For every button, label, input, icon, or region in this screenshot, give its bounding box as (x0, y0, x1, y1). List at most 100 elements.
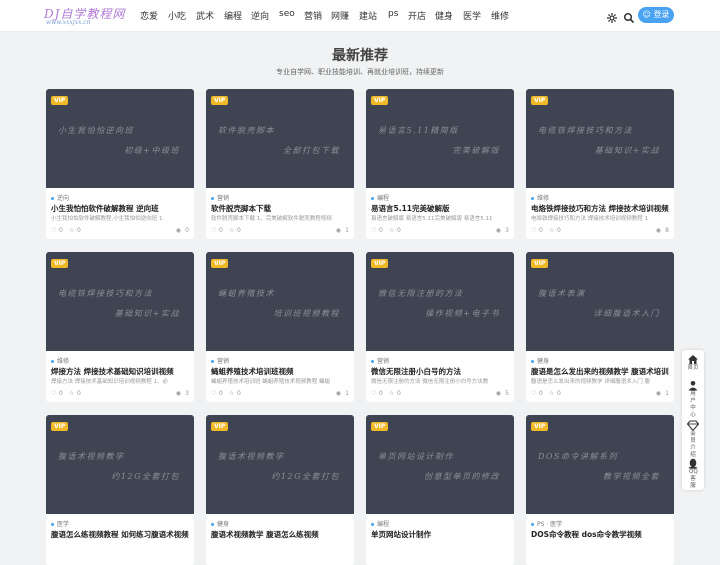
like-icon[interactable]: ♡ (371, 390, 376, 397)
post-excerpt: 易语言破解版 易语言5.11完美破解版 易语言5.11 (371, 216, 493, 222)
star-icon[interactable]: ☆ (389, 227, 394, 234)
nav-item[interactable]: ps (388, 9, 398, 19)
like-icon[interactable]: ♡ (211, 227, 216, 234)
post-card[interactable]: VIP 腹语术视频教学 约12G全套打包健身 腹语术视频教学 腹语怎么练视频 (206, 415, 354, 565)
search-icon[interactable] (623, 9, 635, 24)
post-card[interactable]: VIP 易语言5.11精简版 完美破解版编程 易语言5.11完美破解版易语言破解版 易… (366, 89, 514, 239)
like-count: 0 (539, 390, 543, 397)
post-thumbnail[interactable]: VIP 电缆铁焊接技巧和方法 基础知识+实战 (526, 89, 674, 188)
star-icon[interactable]: ☆ (69, 390, 74, 397)
post-thumbnail[interactable]: VIP 单页网站设计制作 创意型单页的修改 (366, 415, 514, 514)
post-category[interactable]: 健身 (531, 356, 549, 365)
post-card[interactable]: VIP 单页网站设计制作 创意型单页的修改编程 单页网站设计制作 (366, 415, 514, 565)
nav-item[interactable]: 健身 (435, 9, 453, 22)
post-title[interactable]: 微信无限注册小白号的方法 (371, 366, 511, 377)
star-icon[interactable]: ☆ (549, 227, 554, 234)
post-card[interactable]: VIP 蝇蛆养殖技术 培训班视频教程 营销 蝇蛆养殖技术培训班视频 蝇蛆养殖技术培训班 蝇… (206, 252, 354, 402)
post-thumbnail[interactable]: VIP 小生我怕怕逆向班 初级+中级班 (46, 89, 194, 188)
star-count: 0 (557, 390, 561, 397)
post-title[interactable]: DOS命令教程 dos命令教学视频 (531, 529, 671, 540)
nav-item[interactable]: 小吃 (168, 9, 186, 22)
post-category[interactable]: 营销 (371, 356, 389, 365)
nav-item[interactable]: 恋爱 (140, 9, 158, 22)
post-title[interactable]: 腹语术视频教学 腹语怎么练视频 (211, 529, 351, 540)
post-category[interactable]: 营销 (211, 193, 229, 202)
post-thumbnail[interactable]: VIP 腹语术表演 详细腹语术入门 (526, 252, 674, 351)
like-icon[interactable]: ♡ (51, 227, 56, 234)
post-category[interactable]: 维修 (51, 356, 69, 365)
nav-item[interactable]: 营销 (304, 9, 322, 22)
category-label: 健身 (217, 521, 230, 528)
login-button[interactable]: ☺ 登录 (638, 7, 674, 23)
like-icon[interactable]: ♡ (531, 227, 536, 234)
post-thumbnail[interactable]: VIP 蝇蛆养殖技术 培训班视频教程 (206, 252, 354, 351)
post-category[interactable]: 编程 (371, 519, 389, 528)
post-thumbnail[interactable]: VIP DOS命令讲解系列 教学视频全套 (526, 415, 674, 514)
post-title[interactable]: 蝇蛆养殖技术培训班视频 (211, 366, 351, 377)
site-logo[interactable]: DJ自学教程网 www.xxxjxx.cn (44, 5, 130, 27)
post-category[interactable]: 医学 (51, 519, 69, 528)
nav-item[interactable]: 网赚 (331, 9, 349, 22)
post-card[interactable]: VIP 小生我怕怕逆向班 初级+中级班 逆向 小生我怕怕软件破解教程 逆向班 小生我怕怕软… (46, 89, 194, 239)
post-thumbnail[interactable]: VIP 电缆铁焊接技巧和方法 基础知识+实战 (46, 252, 194, 351)
sidebar-home[interactable]: 首页 (682, 354, 704, 372)
star-icon[interactable]: ☆ (69, 227, 74, 234)
section-title: 最新推荐 (332, 48, 388, 64)
post-category[interactable]: 健身 (211, 519, 229, 528)
post-title[interactable]: 小生我怕怕软件破解教程 逆向班 (51, 203, 191, 214)
star-icon[interactable]: ☆ (229, 390, 234, 397)
post-title[interactable]: 焊接方法 焊接技术基础知识培训视频 (51, 366, 191, 377)
post-category[interactable]: 逆向 (51, 193, 69, 202)
thumbnail-text: 电缆铁焊接技巧和方法 (538, 126, 633, 135)
category-dot-icon (211, 523, 214, 526)
post-card[interactable]: VIP 微信无限注册的方法 操作视频+电子书 营销 微信无限注册小白号的方法 微信无限注册… (366, 252, 514, 402)
eye-icon: ◉ (655, 390, 661, 397)
post-thumbnail[interactable]: VIP 微信无限注册的方法 操作视频+电子书 (366, 252, 514, 351)
site-header: DJ自学教程网 www.xxxjxx.cn 恋爱 小吃 武术 编程 逆向 seo 营销 网赚建… (0, 0, 720, 32)
post-card[interactable]: VIP DOS命令讲解系列 教学视频全套 PS · 医学 DOS命令教程 dos命令教学… (526, 415, 674, 565)
star-icon[interactable]: ☆ (549, 390, 554, 397)
post-thumbnail[interactable]: VIP 腹语术视频教学 约12G全套打包 (206, 415, 354, 514)
category-dot-icon (51, 523, 54, 526)
post-category[interactable]: 维修 (531, 193, 549, 202)
like-icon[interactable]: ♡ (51, 390, 56, 397)
sidebar-membership[interactable]: 会员介绍 (682, 420, 704, 459)
post-title[interactable]: 软件脱壳脚本下载 (211, 203, 351, 214)
post-category[interactable]: 营销 (211, 356, 229, 365)
thumbnail-text: 教学视频全套 (603, 472, 660, 481)
post-title[interactable]: 腹语怎么练视频教程 如何练习腹语术视频 (51, 529, 191, 540)
post-title[interactable]: 腹语是怎么发出来的视频教学 腹语术培训 (531, 366, 671, 377)
post-title[interactable]: 易语言5.11完美破解版 (371, 203, 511, 214)
like-icon[interactable]: ♡ (211, 390, 216, 397)
category-dot-icon (531, 360, 534, 363)
post-card[interactable]: VIP 腹语术视频教学 约12G全套打包医学 腹语怎么练视频教程 如何练习腹语术视频 (46, 415, 194, 565)
post-category[interactable]: 编程 (371, 193, 389, 202)
view-count: 5 (505, 390, 509, 397)
login-label: 登录 (653, 10, 670, 19)
post-thumbnail[interactable]: VIP 易语言5.11精简版 完美破解版 (366, 89, 514, 188)
nav-item[interactable]: 武术 (196, 9, 214, 22)
sidebar-qq-service[interactable]: QQ客服 (682, 458, 704, 490)
like-icon[interactable]: ♡ (531, 390, 536, 397)
nav-item[interactable]: 编程 (224, 9, 242, 22)
nav-item[interactable]: 维修 (491, 9, 509, 22)
like-icon[interactable]: ♡ (371, 227, 376, 234)
post-thumbnail[interactable]: VIP 软件脱壳脚本 全部打包下载 (206, 89, 354, 188)
post-category[interactable]: PS · 医学 (531, 519, 562, 528)
post-card[interactable]: VIP 软件脱壳脚本 全部打包下载 营销 软件脱壳脚本下载 软件脱壳脚本下载 1、完美破解… (206, 89, 354, 239)
nav-item[interactable]: 开店 (408, 9, 426, 22)
star-icon[interactable]: ☆ (229, 227, 234, 234)
post-card[interactable]: VIP 腹语术表演 详细腹语术入门 健身 腹语是怎么发出来的视频教学 腹语术培训 腹语是怎… (526, 252, 674, 402)
post-thumbnail[interactable]: VIP 腹语术视频教学 约12G全套打包 (46, 415, 194, 514)
sidebar-user-center[interactable]: 用户中心 (682, 380, 704, 419)
nav-item[interactable]: 逆向 (251, 9, 269, 22)
nav-item[interactable]: seo (279, 9, 295, 19)
post-title[interactable]: 单页网站设计制作 (371, 529, 511, 540)
post-card[interactable]: VIP 电缆铁焊接技巧和方法 基础知识+实战 维修 焊接方法 焊接技术基础知识培训视频焊… (46, 252, 194, 402)
nav-item[interactable]: 建站 (359, 9, 377, 22)
post-card[interactable]: VIP 电缆铁焊接技巧和方法 基础知识+实战维修 电烙铁焊接技巧和方法 焊接技术培训视… (526, 89, 674, 239)
nav-item[interactable]: 医学 (463, 9, 481, 22)
post-title[interactable]: 电烙铁焊接技巧和方法 焊接技术培训视频 (531, 203, 671, 214)
settings-icon[interactable] (606, 9, 618, 23)
star-icon[interactable]: ☆ (389, 390, 394, 397)
